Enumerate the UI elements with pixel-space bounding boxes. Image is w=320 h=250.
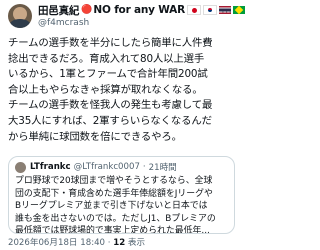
tweet-line: チームの選手数を半分にしたら簡単に人件費 — [8, 37, 213, 49]
quoted-dot: · — [142, 162, 146, 172]
tweet-line: 大35人にすれば、2軍すらいらなくなるんだ — [8, 114, 212, 127]
japan-flag-icon — [187, 5, 201, 15]
tweet-line: チームの選手数を怪我人の発生も考慮して最 — [8, 99, 213, 112]
view-count: 12 — [113, 238, 126, 248]
tweet-footer: 2026年06月18日 18:40 · 12 表示 — [8, 236, 145, 248]
quoted-author-name: LTfrankc — [30, 162, 71, 172]
quoted-header: LTfrankc @LTfrankc0007 · 21時間 — [15, 161, 177, 173]
tweet-line: から単純に球団数を倍にできるやろ。 — [8, 130, 182, 143]
tweet-header: 田邑真紀 🔴 NO for any WAR @f4mcrash ⋯ — [8, 3, 245, 33]
author-tagline[interactable]: NO for any WAR — [93, 4, 185, 16]
quoted-avatar — [15, 161, 26, 173]
quoted-line: 最低額では野球場的で事実上定められた最低年... — [15, 226, 210, 234]
tweet-text: チームの選手数を半分にしたら簡単に人件費 捻出できるだろ。育成入れて80人以上選… — [8, 36, 236, 145]
more-options-icon[interactable]: ⋯ — [221, 5, 233, 18]
tweet-line: いるから、1軍とファームで合計年間200試 — [8, 68, 208, 81]
author-name[interactable]: 田邑真紀 — [38, 3, 79, 18]
author-name-row[interactable]: 田邑真紀 🔴 NO for any WAR — [38, 3, 245, 17]
quoted-line: 団の支配下・育成含めた選手年俸総額をJリーグや — [15, 188, 213, 199]
korea-flag-icon — [203, 5, 217, 15]
brazil-flag-icon — [233, 6, 245, 14]
quoted-time: 21時間 — [148, 163, 177, 173]
view-count-label: 表示 — [127, 238, 146, 248]
quoted-author-handle: @LTfrankc0007 — [73, 162, 140, 172]
no-war-emoji-icon: 🔴 — [81, 5, 94, 15]
tweet-timestamp[interactable]: 2026年06月18日 18:40 · — [8, 238, 110, 248]
quoted-line: Bリーグプレミア並まで引き下げないと日本では — [15, 201, 208, 212]
quoted-text: プロ野球で20球団まで増やそうとするなら、全球 団の支配下・育成含めた選手年俸総… — [15, 175, 230, 234]
quoted-line: 誰も金を出さないのでは。ただしJ1、Bプレミアの — [15, 213, 216, 224]
author-handle[interactable]: @f4mcrash — [38, 18, 89, 28]
tweet-line: 捻出できるだろ。育成入れて80人以上選手 — [8, 52, 205, 65]
author-avatar[interactable] — [8, 4, 32, 28]
quoted-line: プロ野球で20球団まで増やそうとするなら、全球 — [15, 176, 213, 186]
tweet-line: 合以上もやらなきゃ採算が取れなくなる。 — [8, 83, 203, 96]
quoted-tweet[interactable]: LTfrankc @LTfrankc0007 · 21時間 プロ野球で20球団ま… — [8, 156, 235, 234]
